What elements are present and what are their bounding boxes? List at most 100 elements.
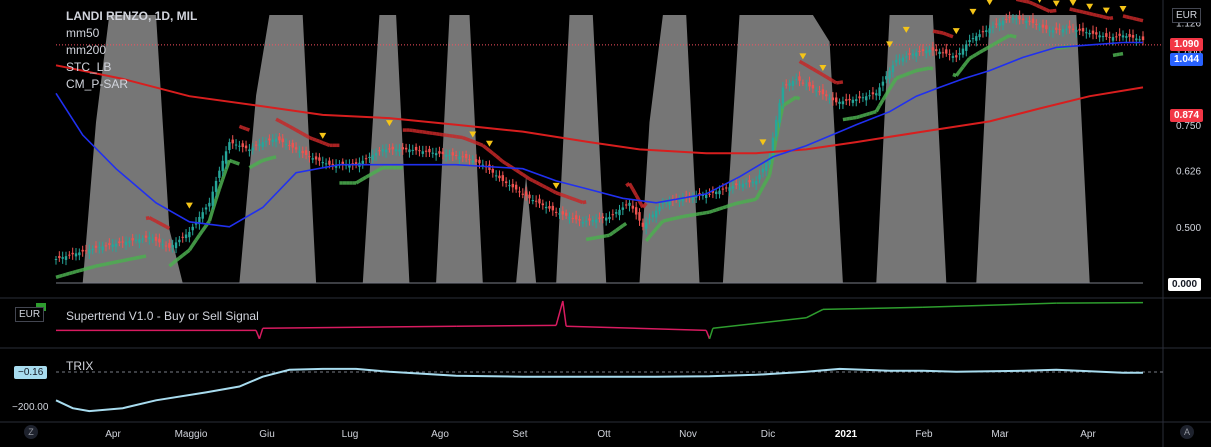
sar-segment	[1139, 18, 1144, 23]
candle-body	[1085, 32, 1088, 34]
sar-segment	[481, 143, 488, 150]
candle-body	[624, 204, 628, 206]
sar-segment	[1129, 15, 1134, 21]
sar-segment	[535, 180, 541, 186]
sar-segment	[802, 61, 808, 67]
sar-segment	[805, 63, 811, 69]
candle-body	[901, 57, 905, 62]
candle-body	[158, 238, 161, 243]
candle-body	[94, 245, 98, 248]
sar-segment	[1085, 11, 1091, 16]
sar-segment	[631, 188, 638, 197]
sar-segment	[145, 216, 150, 221]
currency-label[interactable]: EUR	[1172, 8, 1202, 23]
sar-segment	[831, 79, 838, 85]
sar-segment	[55, 274, 60, 279]
candle-body	[911, 53, 915, 56]
sar-segment	[158, 221, 164, 227]
sar-segment	[301, 132, 307, 138]
candle-body	[571, 218, 575, 220]
candle-body	[1095, 32, 1098, 35]
sar-segment	[238, 124, 244, 130]
candle-body	[881, 81, 885, 86]
candle-body	[284, 143, 288, 145]
candle-body	[208, 202, 211, 207]
candle-body	[958, 52, 961, 55]
candle-body	[201, 212, 204, 219]
sar-segment	[521, 173, 528, 179]
candle-body	[1015, 18, 1018, 20]
sar-segment	[1009, 33, 1014, 38]
sar-segment	[378, 166, 384, 172]
candle-body	[478, 159, 481, 164]
sar-segment	[1022, 0, 1027, 4]
sar-segment	[119, 258, 124, 264]
sar-segment	[315, 138, 321, 144]
candle-body	[601, 216, 605, 219]
candle-body	[1078, 28, 1081, 31]
candle-body	[648, 218, 651, 221]
sar-segment	[1122, 14, 1127, 19]
candle-body	[811, 84, 815, 89]
sar-segment	[948, 33, 954, 39]
sar-segment	[621, 221, 628, 228]
candle-body	[558, 213, 561, 215]
sar-segment	[129, 256, 134, 262]
sar-segment	[922, 67, 927, 72]
sar-segment	[1105, 15, 1111, 21]
candle-body	[581, 221, 585, 224]
sar-segment	[542, 184, 547, 190]
candle-body	[751, 181, 755, 184]
y-tick-label: 0.750	[1176, 121, 1201, 132]
candle-body	[124, 241, 128, 246]
a-icon[interactable]: A	[1180, 425, 1194, 439]
candle-body	[541, 203, 545, 206]
candle-body	[521, 193, 525, 195]
candle-body	[364, 158, 368, 160]
candle-body	[1058, 28, 1061, 30]
sar-segment	[812, 67, 818, 73]
sar-segment	[468, 138, 474, 144]
sar-segment	[295, 128, 301, 134]
candle-body	[374, 153, 378, 156]
sar-segment	[551, 189, 557, 195]
sar-segment	[207, 209, 215, 222]
sar-segment	[1095, 13, 1101, 18]
candle-body	[101, 246, 104, 251]
candle-body	[845, 99, 848, 101]
sar-segment	[1099, 14, 1104, 19]
candle-body	[838, 101, 841, 104]
sar-segment	[1075, 8, 1081, 14]
candle-body	[748, 180, 751, 183]
sar-segment	[905, 71, 911, 77]
candle-body	[888, 70, 891, 79]
x-tick-label: 2021	[835, 429, 858, 440]
sar-segment	[228, 158, 234, 164]
candle-body	[474, 159, 478, 163]
candle-body	[81, 249, 84, 252]
sar-segment	[578, 199, 584, 205]
sar-segment	[842, 117, 847, 122]
supertrend-segment	[566, 325, 707, 332]
sar-segment	[781, 102, 788, 108]
legend-mm50: mm50	[66, 26, 100, 40]
candle-body	[941, 52, 945, 54]
supertrend-segment	[922, 302, 1057, 309]
sell-marker	[952, 28, 960, 35]
sar-segment	[355, 179, 361, 185]
mm200-line	[55, 64, 1144, 155]
sar-segment	[1132, 16, 1137, 21]
legend-sar: CM_P-SAR	[66, 77, 129, 91]
candle-body	[231, 139, 234, 144]
sar-segment	[135, 255, 140, 260]
candle-body	[241, 143, 244, 147]
y-tick-label: 0.626	[1176, 166, 1201, 177]
sell-marker	[319, 132, 327, 139]
candle-body	[261, 142, 264, 147]
sar-segment	[895, 75, 901, 80]
candle-body	[658, 206, 661, 212]
pane2-currency[interactable]: EUR	[15, 307, 45, 322]
x-tick-label: Set	[512, 429, 527, 440]
supertrend-segment	[822, 306, 923, 311]
z-icon[interactable]: Z	[24, 425, 38, 439]
